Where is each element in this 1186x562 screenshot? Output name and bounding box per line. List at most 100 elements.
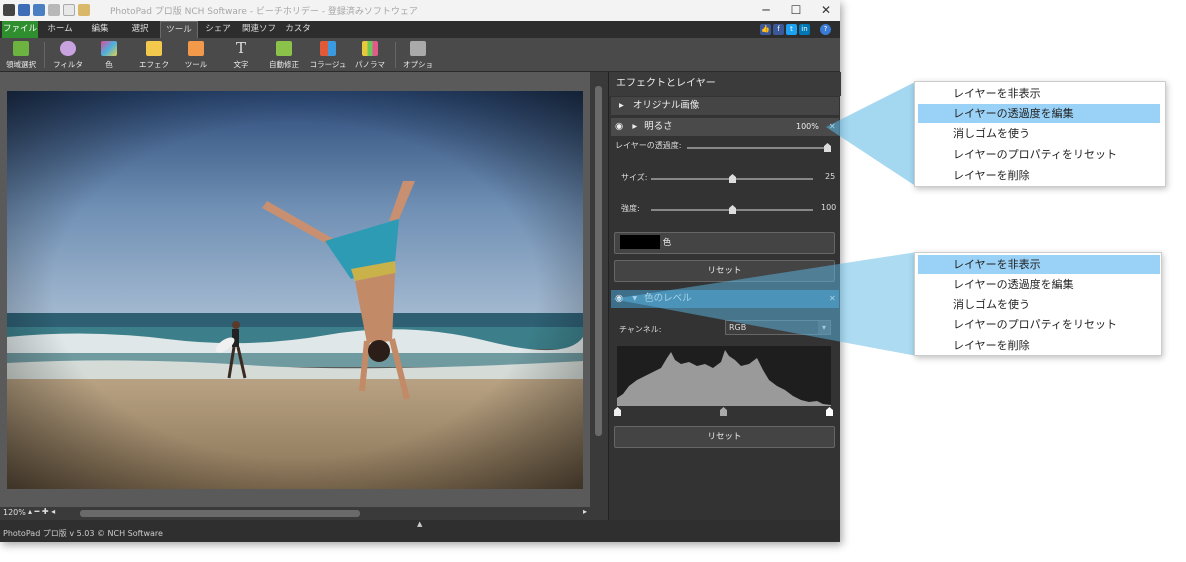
layer-name: 色のレベル [644,293,692,304]
tab-edit[interactable]: 編集 [82,21,118,38]
channel-select[interactable]: RGB ▾ [725,320,831,335]
tab-share[interactable]: シェア [202,21,234,38]
layer-opacity-dropdown[interactable]: 100% [796,118,819,136]
opacity-label: レイヤーの透過度: [615,141,682,150]
reset-button-1[interactable]: リセット [614,260,835,282]
tab-file[interactable]: ファイル [2,21,38,38]
menu-reset-properties[interactable]: レイヤーのプロパティをリセット [918,145,1160,164]
eye-icon[interactable]: ◉ [615,121,623,132]
like-icon[interactable]: 👍 [760,24,771,35]
region-select-icon [13,41,29,56]
tool-label: フィルタ [53,60,83,69]
tool-region-select[interactable]: 領域選択 [3,41,39,71]
status-bar: PhotoPad プロ版 v 5.03 © NCH Software ▲ [0,520,840,542]
collapse-arrow-icon[interactable]: ▾ [632,293,637,304]
tool-label: 色 [105,60,113,69]
close-button[interactable]: ✕ [812,2,840,19]
reset-button-2[interactable]: リセット [614,426,835,448]
size-value: 25 [825,172,836,181]
redo-icon[interactable] [48,4,60,16]
app-window: PhotoPad プロ版 NCH Software - ビーチホリデー - 登録… [0,0,841,542]
menu-delete-layer[interactable]: レイヤーを削除 [918,166,1160,185]
app-menu-icon[interactable] [3,4,15,16]
strength-value: 100 [821,203,837,212]
menu-reset-properties[interactable]: レイヤーのプロパティをリセット [918,315,1160,334]
maximize-button[interactable]: ☐ [782,2,810,19]
chevron-down-icon: ▾ [818,321,830,334]
color-picker-button[interactable]: 色 [614,232,835,254]
menu-hide-layer[interactable]: レイヤーを非表示 [918,255,1160,274]
ribbon-toolbar: 領域選択 フィルタ 色 エフェクト ツール T 文字 自動修正 コラー [0,38,840,80]
eye-icon[interactable]: ◉ [615,293,623,304]
panel-toggle-icon[interactable]: ▲ [417,520,422,528]
levels-black-handle[interactable] [614,407,621,416]
tab-home[interactable]: ホーム [42,21,78,38]
menu-use-eraser[interactable]: 消しゴムを使う [918,295,1160,314]
tool-label: ツール [184,60,208,69]
expand-arrow-icon[interactable]: ▸ [632,121,637,132]
vertical-scrollbar[interactable] [592,72,604,507]
tool-filter[interactable]: フィルタ [52,41,84,71]
color-label: 色 [662,238,672,248]
zoom-level: 120% [3,508,26,517]
new-file-icon[interactable] [63,4,75,16]
original-image-row[interactable]: ▸ オリジナル画像 [611,97,839,115]
layer-color-levels-row[interactable]: ◉ ▾ 色のレベル ✕ [611,290,839,308]
linkedin-icon[interactable]: in [799,24,810,35]
layer-close-icon[interactable]: ✕ [829,290,836,308]
tab-tools[interactable]: ツール [160,21,198,38]
opacity-slider-thumb[interactable] [824,143,831,152]
effects-layers-panel: エフェクトとレイヤー ▸ オリジナル画像 ◉ ▸ 明るさ 100% ✕ レイヤー… [608,72,841,520]
vertical-scroll-thumb[interactable] [595,86,602,436]
effect-icon [146,41,162,56]
facebook-icon[interactable]: f [773,24,784,35]
status-text: PhotoPad プロ版 v 5.03 © NCH Software [3,529,163,538]
tool-panorama[interactable]: パノラマ [352,41,388,71]
menu-hide-layer[interactable]: レイヤーを非表示 [918,84,1160,103]
tool-label: 文字 [233,60,249,69]
save-icon[interactable] [18,4,30,16]
menu-edit-opacity[interactable]: レイヤーの透過度を編集 [918,104,1160,123]
tool-effect[interactable]: エフェクト [136,41,172,80]
tool-label: 自動修正 [269,60,299,69]
layer-context-menu-2: レイヤーを非表示 レイヤーの透過度を編集 消しゴムを使う レイヤーのプロパティを… [914,252,1162,356]
undo-icon[interactable] [33,4,45,16]
horizontal-scroll-thumb[interactable] [80,510,360,517]
tool-text[interactable]: T 文字 [226,41,256,71]
tool-collage[interactable]: コラージュ [308,41,348,71]
open-folder-icon[interactable] [78,4,90,16]
size-slider-thumb[interactable] [729,174,736,183]
layer-close-icon[interactable]: ✕ [829,118,836,136]
tool-color[interactable]: 色 [94,41,124,71]
menu-delete-layer[interactable]: レイヤーを削除 [918,336,1160,355]
tool-label: 領域選択 [6,60,36,69]
levels-mid-handle[interactable] [720,407,727,416]
histogram [617,346,831,406]
layer-brightness-row[interactable]: ◉ ▸ 明るさ 100% ✕ [611,118,839,136]
twitter-icon[interactable]: t [786,24,797,35]
tool-auto-fix[interactable]: 自動修正 [262,41,306,71]
tab-select[interactable]: 選択 [122,21,158,38]
tool-options[interactable]: オプション [400,41,436,80]
channel-value: RGB [729,323,747,332]
zoom-slider-icon[interactable]: ▴ ━ ✚ ◂ [28,507,55,516]
size-label: サイズ: [621,173,648,182]
beach-photo[interactable] [7,91,583,489]
tool-tools[interactable]: ツール [180,41,212,71]
menu-use-eraser[interactable]: 消しゴムを使う [918,124,1160,143]
text-icon: T [235,39,246,57]
scroll-right-icon[interactable]: ▸ [583,507,587,516]
strength-slider-thumb[interactable] [729,205,736,214]
image-canvas[interactable] [0,72,590,507]
levels-white-handle[interactable] [826,407,833,416]
collage-icon [320,41,336,56]
opacity-slider[interactable] [687,147,829,149]
menu-edit-opacity[interactable]: レイヤーの透過度を編集 [918,275,1160,294]
original-image-label: オリジナル画像 [632,100,700,111]
minimize-button[interactable]: ─ [752,2,780,19]
tab-custom[interactable]: カスタム [282,21,314,51]
help-icon[interactable]: ? [820,24,831,35]
color-swatch [620,234,660,249]
tab-related-software[interactable]: 関連ソフト [238,21,280,51]
panorama-icon [362,41,378,56]
